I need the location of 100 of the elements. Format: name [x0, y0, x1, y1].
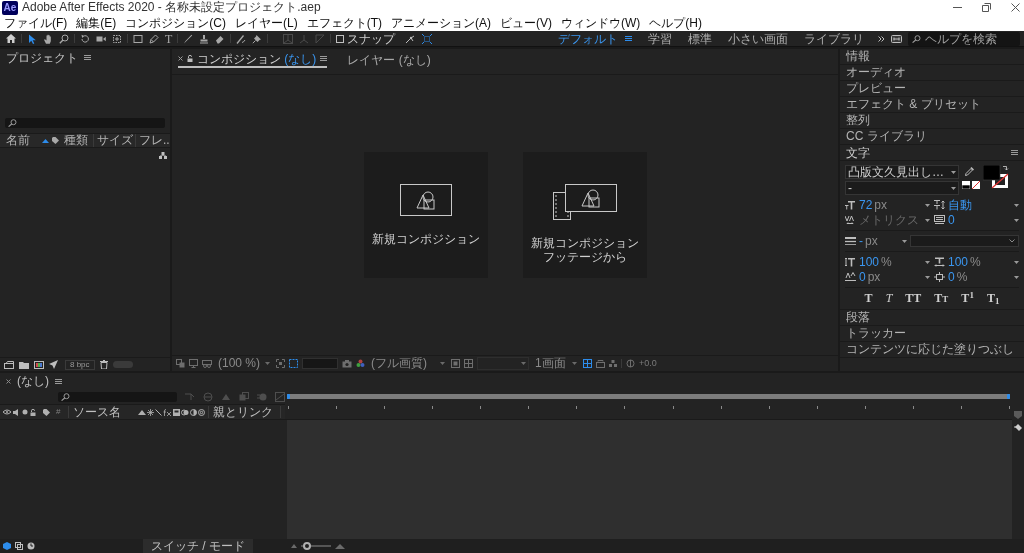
snap-checkbox[interactable]: [336, 34, 345, 43]
view-grid-icon[interactable]: [583, 359, 592, 368]
rotate-icon[interactable]: [80, 33, 90, 44]
chevron-down-icon[interactable]: [1009, 239, 1015, 243]
magnifier-icon[interactable]: [59, 33, 69, 44]
close-icon[interactable]: [1011, 3, 1020, 12]
panel-tab[interactable]: トラッカー: [840, 326, 1024, 342]
eye-icon[interactable]: [3, 409, 11, 415]
new-composition-from-footage-card[interactable]: 新規コンポジションフッテージから: [522, 152, 647, 278]
timecode-field[interactable]: [302, 358, 338, 369]
faux-italic-button[interactable]: T: [885, 291, 893, 305]
fx-icon[interactable]: [163, 408, 172, 416]
grid-icon[interactable]: [464, 359, 473, 368]
folder-icon[interactable]: [19, 360, 29, 369]
menu-icon[interactable]: [320, 56, 328, 61]
brush-icon[interactable]: [183, 33, 194, 44]
overlap-squares-icon[interactable]: [15, 542, 23, 550]
stroke-width-field[interactable]: - px: [859, 234, 907, 248]
menu-item[interactable]: エフェクト(T): [306, 15, 382, 31]
search-field[interactable]: [5, 118, 165, 128]
all-caps-button[interactable]: TT: [905, 291, 922, 305]
magnification-dropdown[interactable]: (100 %): [216, 357, 272, 370]
square-corners-icon[interactable]: [422, 33, 433, 44]
badge-icon[interactable]: [891, 34, 902, 43]
font-family-dropdown[interactable]: 凸版文久見出し…: [845, 165, 959, 179]
caret-icon[interactable]: [951, 170, 956, 174]
column-header[interactable]: 種類: [64, 134, 88, 147]
label-tag-icon[interactable]: [52, 137, 60, 144]
menu-icon[interactable]: [55, 378, 62, 384]
t-horizontal-arrow-icon[interactable]: [934, 257, 945, 267]
paper-plane-icon[interactable]: [49, 360, 58, 369]
large-small-t-icon[interactable]: [845, 200, 856, 210]
navigator-end-handle[interactable]: [1007, 394, 1010, 399]
label-tag-icon[interactable]: [43, 408, 51, 416]
panel-tab[interactable]: オーディオ: [840, 65, 1024, 81]
snap-label[interactable]: スナップ: [347, 31, 396, 46]
eyedropper-icon[interactable]: [965, 166, 975, 176]
caret-icon[interactable]: [572, 362, 577, 365]
search-icon[interactable]: [8, 119, 17, 127]
column-header[interactable]: ソース名: [73, 406, 121, 418]
menu-icon[interactable]: [1011, 150, 1018, 155]
exposure-value[interactable]: +0.0: [639, 358, 657, 369]
small-caps-button[interactable]: TT: [934, 290, 949, 306]
frame-corners-icon[interactable]: [276, 359, 285, 368]
font-style-dropdown[interactable]: -: [845, 181, 959, 195]
workspace-tab[interactable]: ライブラリ: [804, 31, 864, 46]
column-header[interactable]: 親とリンク: [213, 406, 273, 418]
menu-icon[interactable]: [84, 55, 91, 60]
caret-icon[interactable]: [440, 362, 445, 365]
caret-icon[interactable]: [902, 239, 907, 243]
search-icon[interactable]: [912, 34, 921, 43]
menu-item[interactable]: コンポジション(C): [125, 15, 226, 31]
panel-tab[interactable]: CC ライブラリ: [840, 129, 1024, 145]
font-size-field[interactable]: 72 px: [859, 198, 930, 212]
no-color-swatch-icon[interactable]: [972, 181, 980, 189]
restore-icon[interactable]: [982, 3, 991, 12]
camera-icon[interactable]: [342, 359, 352, 368]
column-header[interactable]: サイズ: [97, 134, 133, 147]
va-arrow-icon[interactable]: [845, 215, 856, 225]
tracking-field[interactable]: 0: [948, 213, 1019, 227]
pen-icon[interactable]: [149, 33, 159, 44]
type-tool[interactable]: T: [165, 32, 173, 45]
column-header[interactable]: 名前: [6, 134, 30, 147]
stacked-t-arrow-icon[interactable]: [934, 200, 945, 210]
menu-icon[interactable]: [625, 36, 632, 41]
panel-tab[interactable]: 情報: [840, 49, 1024, 65]
diamond-icon[interactable]: [1013, 423, 1023, 431]
workspace-tab[interactable]: 標準: [688, 31, 712, 46]
panel-tab[interactable]: プレビュー: [840, 81, 1024, 97]
workspace-tab[interactable]: 小さい画面: [728, 31, 788, 46]
dashed-square-icon[interactable]: [289, 359, 298, 368]
stroke-width-icon[interactable]: [845, 236, 856, 246]
caret-icon[interactable]: [925, 203, 930, 207]
resolution-dropdown[interactable]: (フル画質): [369, 357, 447, 370]
close-icon[interactable]: [6, 378, 11, 384]
split-circle-icon[interactable]: [626, 359, 635, 368]
panel-title[interactable]: プロジェクト: [6, 50, 78, 65]
double-circle-icon[interactable]: [181, 408, 189, 416]
home-icon[interactable]: [6, 34, 16, 43]
search-icon[interactable]: [61, 392, 70, 401]
faux-bold-button[interactable]: T: [864, 291, 873, 305]
caret-icon[interactable]: [1014, 260, 1019, 264]
color-dots-icon[interactable]: [356, 359, 365, 368]
slash-icon[interactable]: [155, 408, 162, 416]
half-circle-icon[interactable]: [190, 408, 197, 416]
close-icon[interactable]: [178, 56, 183, 61]
menu-item[interactable]: 編集(E): [76, 15, 117, 31]
panel-tab[interactable]: エフェクト & プリセット: [840, 97, 1024, 113]
panel-tab[interactable]: 整列: [840, 113, 1024, 129]
small-triangle-icon[interactable]: [291, 544, 297, 548]
caret-icon[interactable]: [951, 186, 956, 190]
concentric-circles-icon[interactable]: [198, 408, 205, 416]
eraser-icon[interactable]: [215, 33, 226, 44]
workspace-tab[interactable]: デフォルト: [558, 31, 618, 46]
column-header[interactable]: フレ..: [139, 134, 170, 147]
caret-icon[interactable]: [521, 362, 526, 365]
flowchart-icon[interactable]: [159, 152, 167, 159]
vertical-scale-field[interactable]: 100 %: [859, 255, 930, 269]
peaks-baseline-icon[interactable]: [845, 272, 856, 282]
leading-field[interactable]: 自動: [948, 198, 1019, 212]
